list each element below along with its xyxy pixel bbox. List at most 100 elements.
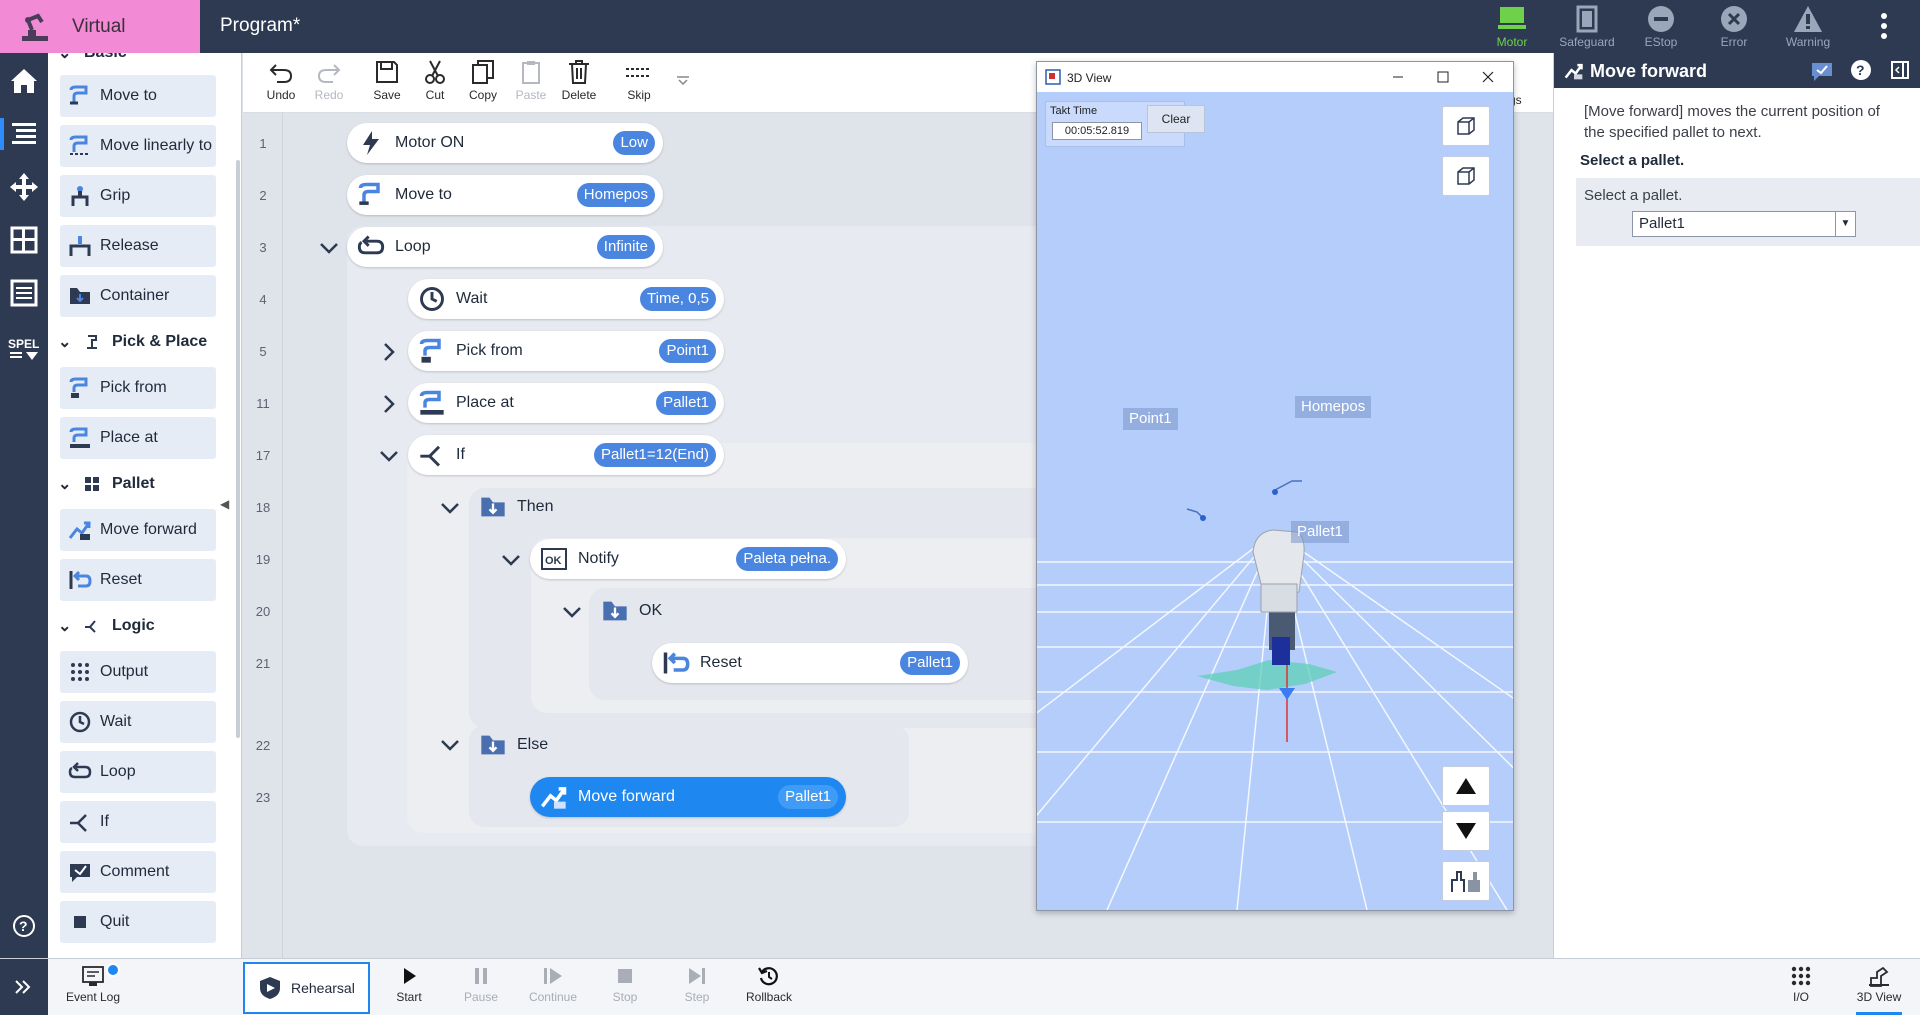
triangle-up-icon bbox=[1456, 778, 1476, 794]
step-then[interactable]: Then bbox=[469, 487, 669, 527]
chevron-down-icon[interactable] bbox=[499, 548, 523, 572]
palette-category-pick-place[interactable]: ⌄ Pick & Place bbox=[58, 330, 207, 354]
3d-viewport[interactable]: Takt Time 00:05:52.819 Clear Point1 Home… bbox=[1037, 92, 1513, 910]
chevron-down-icon[interactable] bbox=[377, 444, 401, 468]
step-ok[interactable]: OK bbox=[591, 591, 791, 631]
view-iso-button[interactable] bbox=[1442, 106, 1490, 146]
list-icon[interactable] bbox=[6, 275, 42, 311]
palette-item-grip[interactable]: Grip bbox=[60, 175, 216, 217]
palette-item-if[interactable]: If bbox=[60, 801, 216, 843]
rehearsal-button[interactable]: Rehearsal bbox=[243, 962, 370, 1014]
cut-button[interactable]: Cut bbox=[411, 59, 459, 102]
palette-item-place-at[interactable]: Place at bbox=[60, 417, 216, 459]
palette-item-move-linearly-to[interactable]: Move linearly to bbox=[60, 125, 216, 167]
step-move-to[interactable]: Move to Homepos bbox=[347, 175, 663, 215]
palette-item-wait[interactable]: Wait bbox=[60, 701, 216, 743]
more-menu-icon[interactable] bbox=[1872, 10, 1896, 42]
collapse-palette-icon[interactable]: ◀ bbox=[220, 497, 232, 513]
step-notify[interactable]: OK Notify Paleta pełna. bbox=[530, 539, 846, 579]
palette-item-output[interactable]: Output bbox=[60, 651, 216, 693]
comment-icon[interactable] bbox=[1810, 60, 1834, 82]
palette-item-container[interactable]: Container bbox=[60, 275, 216, 317]
rollback-button[interactable]: Rollback bbox=[733, 964, 805, 1004]
panel-toggle-icon[interactable] bbox=[1890, 60, 1910, 80]
palette-scrollbar[interactable] bbox=[236, 160, 240, 738]
3d-view-window[interactable]: 3D View Takt Time 00:05:52.819 Clear Poi… bbox=[1036, 61, 1514, 911]
step-move-forward[interactable]: Move forward Pallet1 bbox=[530, 777, 846, 817]
line-number: 19 bbox=[255, 552, 271, 567]
robot-hand-icon bbox=[1451, 871, 1480, 892]
step-param: Infinite bbox=[596, 235, 655, 259]
step-reset[interactable]: Reset Pallet1 bbox=[652, 643, 968, 683]
mode-label: Virtual bbox=[72, 15, 126, 37]
step-motor-on[interactable]: Motor ON Low bbox=[347, 123, 663, 163]
palette-item-quit[interactable]: Quit bbox=[60, 901, 216, 943]
pause-button[interactable]: Pause bbox=[445, 964, 517, 1004]
jog-icon[interactable] bbox=[6, 169, 42, 205]
continue-button[interactable]: Continue bbox=[517, 964, 589, 1004]
close-icon[interactable] bbox=[1479, 68, 1497, 86]
estop-status[interactable]: EStop bbox=[1631, 3, 1691, 51]
copy-button[interactable]: Copy bbox=[459, 59, 507, 102]
palette-category-pallet[interactable]: ⌄ Pallet bbox=[58, 472, 155, 496]
palette-item-comment[interactable]: Comment bbox=[60, 851, 216, 893]
clear-takt-button[interactable]: Clear bbox=[1147, 105, 1205, 133]
expand-icon[interactable] bbox=[12, 977, 34, 997]
spel-icon[interactable]: SPEL bbox=[6, 328, 42, 364]
palette-item-reset[interactable]: Reset bbox=[60, 559, 216, 601]
maximize-icon[interactable] bbox=[1434, 68, 1452, 86]
program-icon[interactable] bbox=[0, 116, 42, 152]
play-icon bbox=[404, 968, 416, 984]
delete-button[interactable]: Delete bbox=[555, 59, 603, 102]
io-button[interactable]: I/O bbox=[1765, 964, 1837, 1004]
palette-category-logic[interactable]: ⌄ Logic bbox=[58, 614, 155, 638]
step-if[interactable]: If Pallet1=12(End) bbox=[408, 435, 724, 475]
step-else[interactable]: Else bbox=[469, 725, 669, 765]
step-wait[interactable]: Wait Time, 0,5 bbox=[408, 279, 724, 319]
chevron-down-icon[interactable] bbox=[317, 236, 341, 260]
palette-item-release[interactable]: Release bbox=[60, 225, 216, 267]
help-icon[interactable]: ? bbox=[1850, 59, 1872, 81]
palette-item-move-forward[interactable]: Move forward bbox=[60, 509, 216, 551]
zoom-down-button[interactable] bbox=[1442, 811, 1490, 851]
3d-view-tab-button[interactable]: 3D View bbox=[1843, 964, 1915, 1004]
line-number: 5 bbox=[259, 344, 267, 359]
redo-button[interactable]: Redo bbox=[305, 59, 353, 102]
help-icon[interactable]: ? bbox=[6, 908, 42, 944]
palette-item-move-to[interactable]: Move to bbox=[60, 75, 216, 117]
chevron-down-icon[interactable] bbox=[438, 733, 462, 757]
chevron-right-icon[interactable] bbox=[377, 340, 401, 364]
undo-button[interactable]: Undo bbox=[257, 59, 305, 102]
step-place-at[interactable]: Place at Pallet1 bbox=[408, 383, 724, 423]
robot-toggle-button[interactable] bbox=[1442, 861, 1490, 901]
chevron-down-icon[interactable] bbox=[438, 496, 462, 520]
loop-icon bbox=[68, 762, 92, 779]
event-log-icon bbox=[82, 966, 104, 986]
pallet-select[interactable]: Pallet1 ▼ bbox=[1632, 211, 1856, 237]
paste-button[interactable]: Paste bbox=[507, 59, 555, 102]
step-pick-from[interactable]: Pick from Point1 bbox=[408, 331, 724, 371]
warning-status[interactable]: Warning bbox=[1778, 3, 1838, 51]
chevron-right-icon[interactable] bbox=[377, 392, 401, 416]
3d-view-titlebar[interactable]: 3D View bbox=[1037, 62, 1513, 92]
palette-item-loop[interactable]: Loop bbox=[60, 751, 216, 793]
zoom-up-button[interactable] bbox=[1442, 766, 1490, 806]
skip-button[interactable]: Skip bbox=[615, 59, 663, 102]
error-status[interactable]: Error bbox=[1704, 3, 1764, 51]
save-button[interactable]: Save bbox=[363, 59, 411, 102]
start-button[interactable]: Start bbox=[373, 964, 445, 1004]
safeguard-status[interactable]: Safeguard bbox=[1557, 3, 1617, 51]
home-icon[interactable] bbox=[6, 63, 42, 99]
palette-item-pick-from[interactable]: Pick from bbox=[60, 367, 216, 409]
minimize-icon[interactable] bbox=[1389, 68, 1407, 86]
step-loop[interactable]: Loop Infinite bbox=[347, 227, 663, 267]
pallet-select-label: Select a pallet. bbox=[1584, 187, 1683, 204]
motor-status[interactable]: Motor bbox=[1482, 3, 1542, 51]
layout-icon[interactable] bbox=[6, 222, 42, 258]
step-button[interactable]: Step bbox=[661, 964, 733, 1004]
stop-button[interactable]: Stop bbox=[589, 964, 661, 1004]
palette-category-basic[interactable]: ⌄ Basic bbox=[58, 53, 127, 65]
toolbar-overflow-icon[interactable] bbox=[675, 75, 691, 88]
view-top-button[interactable] bbox=[1442, 156, 1490, 196]
chevron-down-icon[interactable] bbox=[560, 600, 584, 624]
